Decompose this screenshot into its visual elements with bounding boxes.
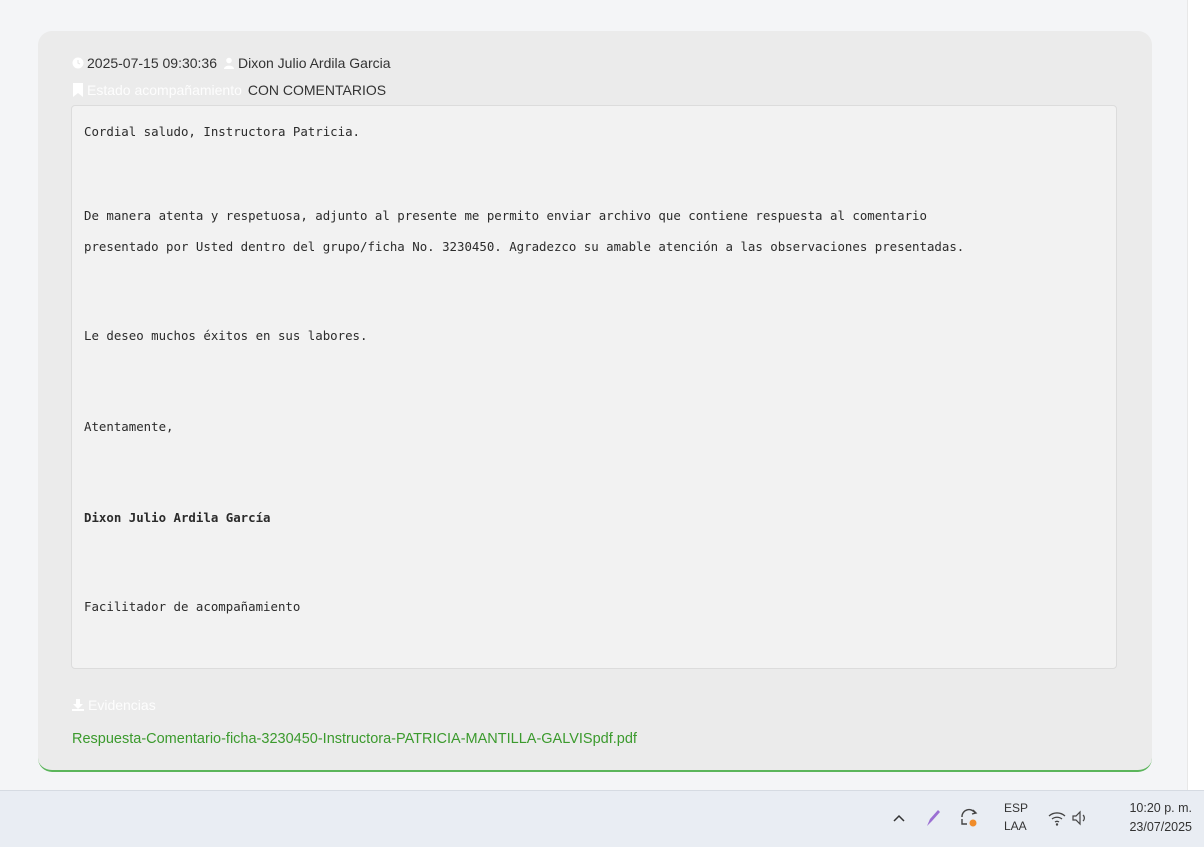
message-line: De manera atenta y respetuosa, adjunto a… xyxy=(84,208,927,223)
system-clock[interactable]: 10:20 p. m. 23/07/2025 xyxy=(1108,799,1192,837)
evidence-label-text: Evidencias xyxy=(88,697,156,713)
chevron-up-icon[interactable] xyxy=(890,807,908,829)
sync-icon[interactable] xyxy=(956,803,982,831)
message-line: presentado por Usted dentro del grupo/fi… xyxy=(84,239,965,254)
comment-meta: 2025-07-15 09:30:36 Dixon Julio Ardila G… xyxy=(72,54,391,72)
download-icon xyxy=(72,699,84,711)
comment-author: Dixon Julio Ardila Garcia xyxy=(238,55,391,71)
lang-bottom: LAA xyxy=(1004,819,1027,833)
status-line: Estado acompañamiento CON COMENTARIOS xyxy=(72,81,386,99)
pen-icon[interactable] xyxy=(922,805,944,831)
evidence-label: Evidencias xyxy=(72,697,156,713)
comment-timestamp: 2025-07-15 09:30:36 xyxy=(87,55,217,71)
status-value: CON COMENTARIOS xyxy=(247,82,387,98)
evidence-file-link[interactable]: Respuesta-Comentario-ficha-3230450-Instr… xyxy=(72,731,637,747)
wifi-icon[interactable] xyxy=(1045,805,1069,831)
message-line: Facilitador de acompañamiento xyxy=(84,599,301,614)
taskbar: ESP LAA 10:20 p. m. 23/07/2025 xyxy=(0,790,1204,847)
message-line: Atentamente, xyxy=(84,419,174,434)
clock-icon xyxy=(72,57,84,69)
page-area: 2025-07-15 09:30:36 Dixon Julio Ardila G… xyxy=(0,0,1204,790)
status-label: Estado acompañamiento xyxy=(87,82,242,98)
message-signature: Dixon Julio Ardila García xyxy=(84,510,271,525)
clock-time: 10:20 p. m. xyxy=(1129,801,1192,815)
user-icon xyxy=(224,57,234,69)
input-language[interactable]: ESP LAA xyxy=(1004,799,1028,835)
message-line: Le deseo muchos éxitos en sus labores. xyxy=(84,328,368,343)
message-line: Cordial saludo, Instructora Patricia. xyxy=(84,124,361,139)
comment-card: 2025-07-15 09:30:36 Dixon Julio Ardila G… xyxy=(38,31,1152,772)
message-body: Cordial saludo, Instructora Patricia. De… xyxy=(71,105,1117,669)
volume-icon[interactable] xyxy=(1068,805,1092,831)
clock-date: 23/07/2025 xyxy=(1129,820,1192,834)
lang-top: ESP xyxy=(1004,801,1029,815)
bookmark-icon xyxy=(73,83,83,97)
scrollbar[interactable] xyxy=(1187,0,1204,790)
